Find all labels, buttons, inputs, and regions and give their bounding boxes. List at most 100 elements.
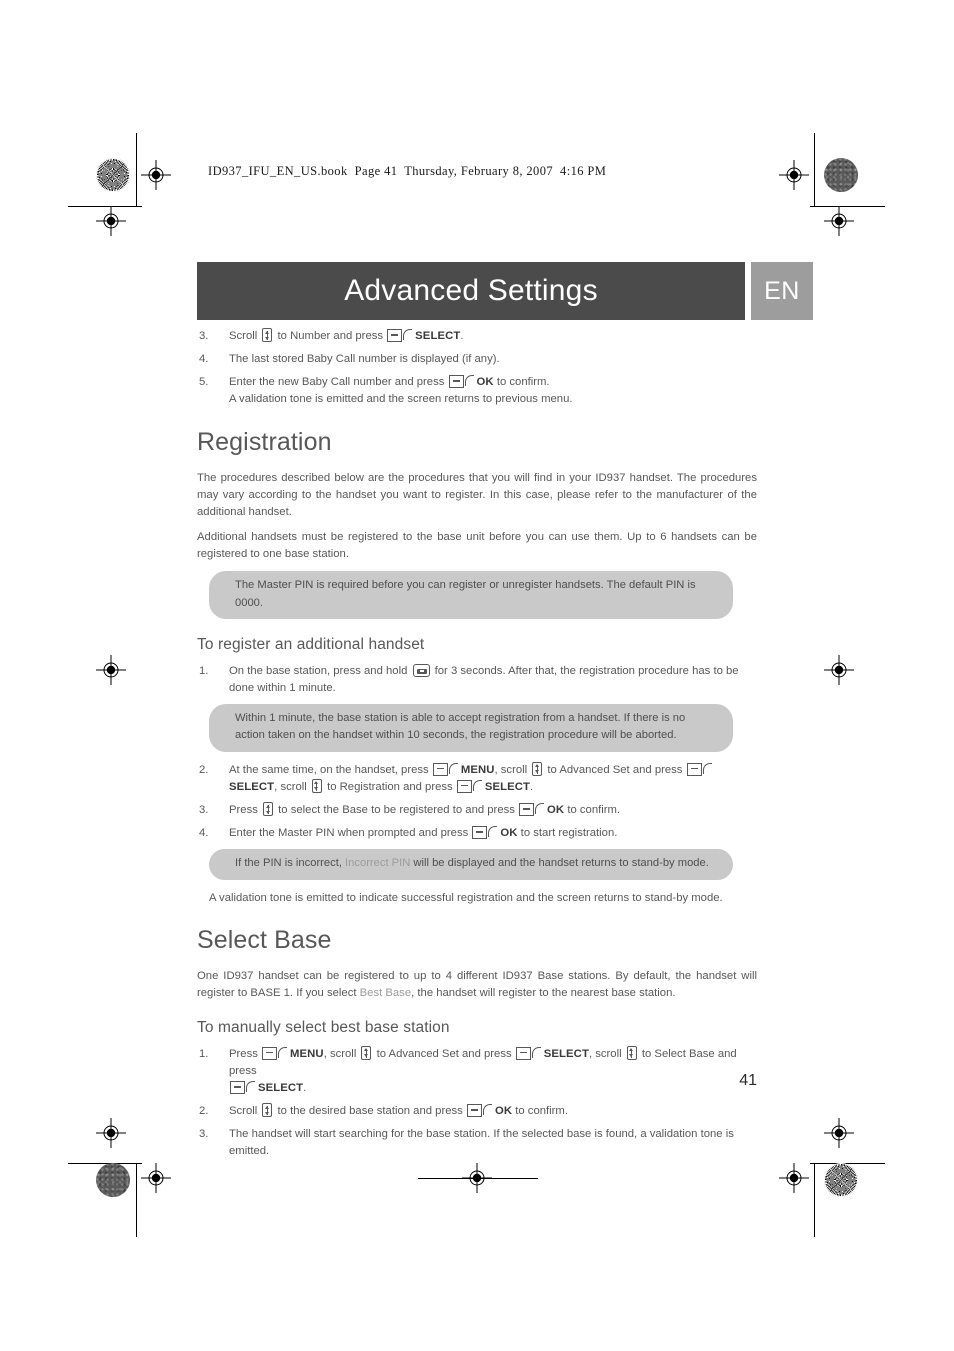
softkey-label: OK [476,376,494,389]
register-handset-step-1-list: 1. On the base station, press and hold fo… [197,663,757,697]
softkey-icon [686,762,713,776]
step-text: Scroll to Number and press SELECT. [229,328,464,342]
reg-target-top-right [779,160,809,190]
registration-paragraph-2: Additional handsets must be registered t… [197,531,757,561]
numbered-step: 5. Enter the new Baby Call number and pre… [197,374,757,408]
step-text: Press to select the Base to be registere… [229,802,621,817]
step-text: At the same time, on the handset, press … [229,761,715,793]
numbered-step: 3. Press to select the Base to be registe… [197,802,757,819]
step-number: 2. [199,763,209,776]
step-number: 2. [199,1105,209,1118]
halftone-solid-target-top-right [824,158,858,192]
step-text: Enter the Master PIN when prompted and p… [229,826,618,840]
step-text: Scroll to the desired base station and p… [229,1103,568,1118]
step-number: 3. [199,804,209,817]
softkey-icon [466,1104,493,1118]
numbered-step: 4. The last stored Baby Call number is di… [197,351,757,368]
step-text: The handset will start searching for the… [229,1128,734,1158]
step-text: The last stored Baby Call number is disp… [229,353,500,366]
softkey-label: SELECT [229,780,275,793]
crop-line-left-vertical [136,133,137,207]
numbered-step: 2. At the same time, on the handset, pres… [197,761,757,796]
note-box-registration-timeout: Within 1 minute, the base station is abl… [209,703,733,752]
softkey-icon [519,803,545,817]
step-number: 4. [199,353,209,366]
softkey-label: SELECT [415,330,461,342]
select-base-paragraph: One ID937 handset can be registered to u… [197,969,757,999]
numbered-step: 4. Enter the Master PIN when prompted and… [197,825,757,842]
scroll-icon [263,802,274,817]
register-handset-steps-list: 2. At the same time, on the handset, pres… [197,761,757,843]
crop-line-top-right-horizontal [810,206,885,207]
softkey-icon [456,779,483,793]
scroll-icon [311,778,322,793]
softkey-icon [472,826,498,840]
step-number: 3. [199,330,209,342]
numbered-step: 3. The handset will start searching for t… [197,1126,757,1160]
scroll-icon [262,1103,273,1118]
select-base-steps-list: 1. Press MENU, scroll to Advanced Set and… [197,1045,757,1161]
numbered-step: 1. On the base station, press and hold fo… [197,663,757,697]
page-header-banner: Advanced Settings EN [197,262,813,320]
softkey-label: SELECT [484,780,530,793]
halftone-solid-target-bottom-left [96,1163,130,1197]
registration-closing-paragraph: A validation tone is emitted to indicate… [209,891,723,904]
scroll-icon [626,1045,637,1060]
crop-line-bottom-center-horizontal [418,1178,538,1179]
softkey-icon [448,375,475,389]
softkey-icon [515,1046,542,1060]
reg-target-bottom-center [462,1163,492,1193]
baby-call-steps-list: 3. Scroll to Number and press SELECT. 4. Th… [197,328,757,409]
subsection-heading-select-best-base: To manually select best base station [197,1019,450,1037]
section-heading-registration: Registration [197,427,332,456]
step-number: 5. [199,376,209,389]
softkey-icon [432,762,459,776]
display-text: Best Base [359,987,412,999]
subsection-heading-register-handset: To register an additional handset [197,636,425,654]
softkey-label: MENU [460,763,495,776]
step-text: Enter the new Baby Call number and press… [229,375,573,406]
softkey-label: OK [547,804,565,817]
note-box-incorrect-pin: If the PIN is incorrect, Incorrect PIN w… [209,849,733,880]
crop-line-top-left-horizontal [68,206,142,207]
softkey-label: OK [494,1105,513,1118]
crop-line-right-vertical [814,133,815,207]
reg-target-upper-left-corner [96,206,126,236]
scroll-icon [262,328,273,342]
reg-target-middle-left [96,655,126,685]
numbered-step: 3. Scroll to Number and press SELECT. [197,328,757,345]
softkey-icon [262,1046,288,1060]
step-number: 4. [199,827,209,840]
registration-paragraph-1: The procedures described below are the p… [197,471,757,518]
step-number: 3. [199,1128,209,1141]
halftone-star-target-bottom-right [824,1163,858,1197]
reg-target-upper-right-corner [824,206,854,236]
softkey-label: MENU [290,1047,324,1060]
crop-line-right-vertical-bottom [814,1163,815,1237]
reg-target-bottom-left [141,1163,171,1193]
softkey-label: SELECT [543,1047,589,1060]
reg-target-top-left [141,160,171,190]
step-number: 1. [199,1047,209,1060]
crop-line-left-vertical-bottom [136,1163,137,1237]
crop-line-bottom-right-horizontal [810,1163,885,1164]
language-badge: EN [751,262,813,320]
note-box-master-pin: The Master PIN is required before you ca… [209,571,733,620]
crop-line-bottom-left-horizontal [68,1163,142,1164]
scroll-icon [361,1045,372,1060]
softkey-label: OK [500,827,518,840]
numbered-step: 2. Scroll to the desired base station and… [197,1103,757,1120]
page-title: Advanced Settings [344,274,598,307]
halftone-star-target-top-left [96,158,130,192]
step-number: 1. [199,664,209,677]
display-text: Incorrect PIN [345,857,411,870]
page-content: 3. Scroll to Number and press SELECT. 4. Th… [197,328,757,1167]
softkey-icon [387,329,413,342]
page-number: 41 [739,1072,757,1089]
reg-target-middle-right [824,655,854,685]
reg-target-lower-left-corner [96,1118,126,1148]
section-heading-select-base: Select Base [197,925,332,954]
paging-button-icon [412,663,430,677]
scroll-icon [532,761,543,776]
reg-target-bottom-right [779,1163,809,1193]
